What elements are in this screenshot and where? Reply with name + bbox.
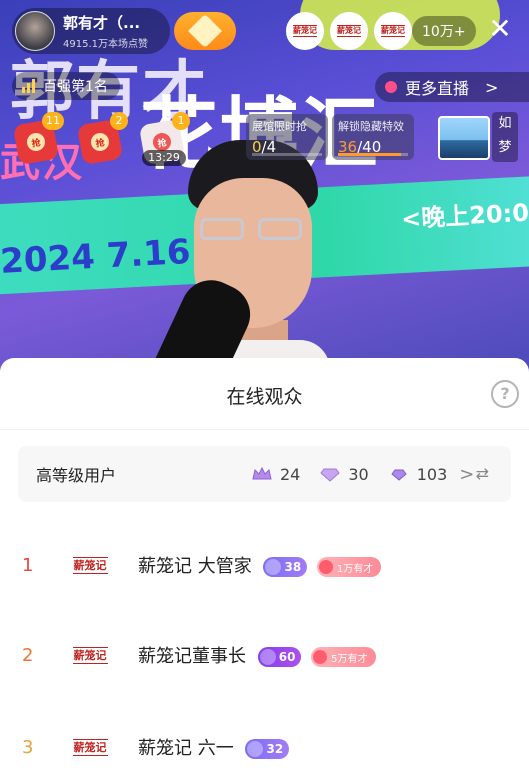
top-viewers[interactable]: 薪笼记 薪笼记 薪笼记	[286, 12, 418, 50]
tier-stats: 24 30 103 >	[252, 446, 474, 502]
tier-label: 高等级用户	[36, 466, 117, 485]
more-live-label: 更多直播	[405, 79, 470, 98]
user-avatar[interactable]: 薪笼记	[64, 551, 116, 579]
viewer-avatar[interactable]: 薪笼记	[286, 12, 324, 50]
user-entry: 薪笼记 六一 32	[138, 734, 290, 760]
tier-stat: 30	[320, 465, 369, 484]
red-packet[interactable]: 抢 2	[76, 112, 128, 166]
level-badge: 60	[257, 647, 302, 667]
audience-row[interactable]: 2 薪笼记 薪笼记董事长 60 5万有才	[0, 630, 529, 680]
host-avatar[interactable]	[15, 11, 55, 51]
promo-thumbnail[interactable]	[438, 116, 490, 160]
live-stream-video[interactable]: 郭有才 花博汇 武汉 2024 7.16日 <晚上20:0	[0, 0, 529, 380]
online-audience-sheet: 在线观众 ? 高等级用户 24 30 103 > ⇄ 1 薪笼记 薪笼记 大管家…	[0, 358, 529, 776]
sheet-title: 在线观众	[226, 386, 303, 408]
more-live-button[interactable]: 更多直播 >	[375, 72, 529, 102]
audience-row[interactable]: 3 薪笼记 薪笼记 六一 32	[0, 722, 529, 772]
viewer-avatar[interactable]: 薪笼记	[374, 12, 412, 50]
tier-stat: 103	[389, 465, 447, 484]
fan-badge: 5万有才	[311, 647, 376, 667]
user-avatar[interactable]: 薪笼记	[64, 733, 116, 761]
packet-count: 2	[110, 112, 128, 130]
sheet-header: 在线观众 ?	[0, 358, 529, 430]
user-name: 薪笼记董事长	[138, 646, 246, 667]
level-badge: 32	[245, 739, 290, 759]
user-name: 薪笼记 六一	[138, 738, 234, 759]
streamer-figure	[130, 140, 370, 380]
live-dot-icon	[385, 81, 397, 93]
host-likes: 4915.1万本场点赞	[63, 39, 148, 50]
gem-icon	[320, 468, 341, 482]
rank-number: 1	[22, 554, 34, 576]
rank-number: 3	[22, 736, 34, 758]
red-packet[interactable]: 抢 11	[12, 112, 64, 166]
rank-label: 百强第1名	[43, 79, 108, 95]
help-icon[interactable]: ?	[491, 380, 519, 408]
gem-small-icon	[391, 469, 407, 481]
high-level-users-row[interactable]: 高等级用户 24 30 103 > ⇄	[18, 446, 511, 502]
host-name: 郭有才（...	[63, 14, 141, 32]
task-limited-grab[interactable]: 展馆限时抢 0/4	[246, 114, 328, 160]
chevron-right-icon: >	[485, 77, 499, 97]
tier-stat: 24	[252, 465, 300, 484]
user-entry: 薪笼记 大管家 38 1万有才	[138, 552, 382, 578]
viewer-count[interactable]: 10万+	[412, 16, 476, 46]
rank-badge[interactable]: 百强第1名	[12, 72, 120, 100]
swap-icon[interactable]: ⇄	[476, 464, 489, 483]
host-profile[interactable]: 郭有才（... 4915.1万本场点赞	[12, 8, 170, 54]
task-progress-bar	[338, 153, 408, 156]
rank-number: 2	[22, 644, 34, 666]
chevron-right-icon: >	[459, 463, 475, 485]
audience-row[interactable]: 1 薪笼记 薪笼记 大管家 38 1万有才	[0, 540, 529, 590]
banner-time: <晚上20:0	[400, 198, 529, 234]
side-tag[interactable]: 如 梦	[492, 112, 518, 162]
fan-badge: 1万有才	[316, 557, 382, 577]
task-progress-bar	[252, 153, 322, 156]
heart-icon	[188, 14, 222, 48]
viewer-avatar[interactable]: 薪笼记	[330, 12, 368, 50]
packet-count: 11	[42, 112, 64, 130]
user-entry: 薪笼记董事长 60 5万有才	[138, 642, 376, 668]
bar-chart-icon	[22, 79, 37, 93]
level-badge: 38	[263, 557, 308, 577]
crown-icon	[252, 466, 272, 480]
user-name: 薪笼记 大管家	[138, 556, 252, 577]
packet-count: 1	[172, 112, 190, 130]
follow-button[interactable]	[174, 12, 236, 50]
task-unlock-effect[interactable]: 解锁隐藏特效 36/40	[332, 114, 414, 160]
user-avatar[interactable]: 薪笼记	[64, 641, 116, 669]
close-icon[interactable]: ✕	[486, 14, 514, 44]
packet-timer: 13:29	[142, 150, 186, 166]
